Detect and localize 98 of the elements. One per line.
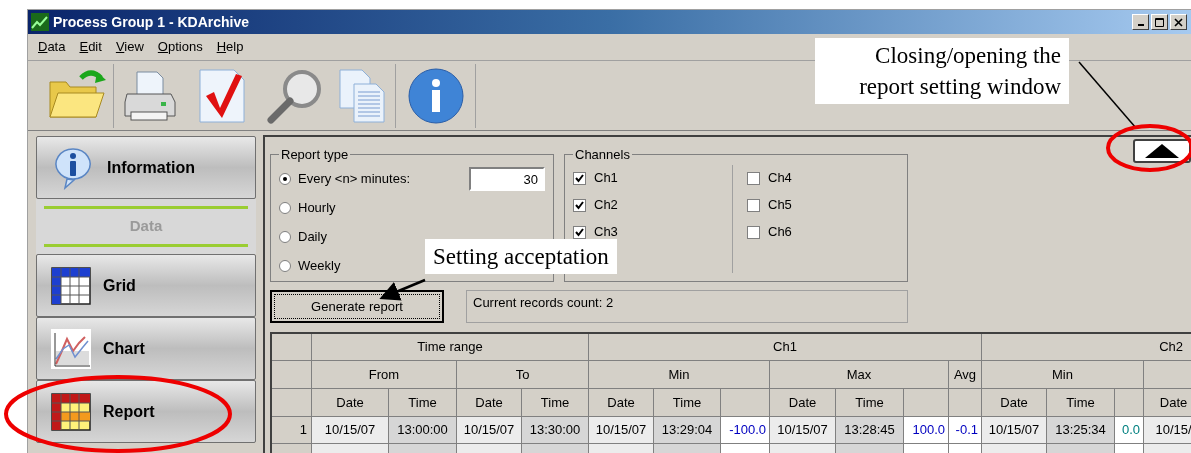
table-cell: 10/15/07 (457, 417, 522, 444)
minutes-field[interactable]: 30 (469, 167, 545, 191)
column-header: Max (770, 361, 949, 389)
checkbox[interactable] (573, 171, 586, 185)
table-cell: 10/15/07 (770, 417, 836, 444)
checkbox[interactable] (573, 198, 586, 212)
column-header (949, 389, 982, 417)
generate-report-button[interactable]: Generate report (270, 290, 444, 323)
table-cell: 0.0 (1115, 417, 1144, 444)
checkbox-label: Ch6 (768, 223, 792, 242)
table-icon (51, 392, 91, 431)
table-cell: 13:25:34 (1047, 417, 1115, 444)
minimize-icon (1137, 24, 1144, 26)
checkbox[interactable] (747, 225, 760, 239)
checkbox[interactable] (573, 225, 586, 239)
checkbox-label: Ch1 (594, 169, 618, 188)
table-cell: 10/15/ (1144, 417, 1191, 444)
column-header: Date (312, 389, 389, 417)
collapse-button[interactable] (1133, 139, 1191, 163)
column-header: Ch1 (589, 334, 982, 361)
row-number: 1 (272, 417, 312, 444)
column-header (904, 389, 949, 417)
nav-button[interactable]: Report (36, 380, 256, 443)
column-header: Time (389, 389, 457, 417)
radio-label: Daily (298, 228, 327, 247)
checkbox-label: Ch4 (768, 169, 792, 188)
table-cell: -0.1 (949, 417, 982, 444)
column-header: Date (589, 389, 654, 417)
nav-button[interactable]: Grid (36, 254, 256, 317)
nav-button[interactable]: Chart (36, 317, 256, 380)
column-header (272, 361, 312, 389)
table-cell: -100.0 (721, 417, 770, 444)
column-header: Date (770, 389, 836, 417)
maximize-button[interactable] (1151, 14, 1168, 30)
checkbox-label: Ch2 (594, 196, 618, 215)
close-icon (1174, 17, 1183, 27)
menu-item[interactable]: Help (216, 37, 244, 57)
checkbox[interactable] (747, 171, 760, 185)
table-cell: 13:30:00 (522, 417, 589, 444)
column-header: Time (1047, 389, 1115, 417)
column-header: Date (457, 389, 522, 417)
nav-button[interactable]: Information (36, 136, 256, 199)
radio-button[interactable] (279, 173, 291, 185)
check-icon (575, 200, 584, 210)
check-icon (575, 227, 584, 237)
info-icon (406, 66, 465, 125)
checkmark-document-icon (198, 67, 246, 124)
column-header (721, 389, 770, 417)
triangle-up-icon (1145, 144, 1179, 158)
window-title: Process Group 1 - KDArchive (53, 12, 250, 32)
radio-label: Hourly (298, 199, 336, 218)
documents-icon (337, 67, 388, 124)
checkbox-label: Ch3 (594, 223, 618, 242)
column-header (272, 389, 312, 417)
column-header: Min (589, 361, 770, 389)
table-cell: 10/15/07 (312, 417, 389, 444)
column-header: Time (522, 389, 589, 417)
app-icon (31, 13, 49, 31)
column-header: Min (982, 361, 1144, 389)
radio-button[interactable] (279, 231, 291, 243)
radio-label: Every <n> minutes: (298, 170, 410, 189)
table-cell: 13:28:45 (836, 417, 904, 444)
records-count-field: Current records count: 2 (466, 290, 908, 323)
menu-item[interactable]: View (115, 37, 144, 57)
menu-item[interactable]: Options (157, 37, 203, 57)
checkbox[interactable] (747, 198, 760, 212)
check-icon (575, 173, 584, 183)
column-header (272, 334, 312, 361)
menu-item[interactable]: Data (38, 37, 66, 57)
radio-button[interactable] (279, 260, 291, 272)
table-cell: 10/15/07 (982, 417, 1047, 444)
radio-label: Weekly (298, 257, 341, 276)
table-cell: 10/15/07 (589, 417, 654, 444)
column-header: From (312, 361, 457, 389)
group-title: Report type (280, 146, 350, 164)
menu-item[interactable]: Edit (79, 37, 102, 57)
leader-line (1078, 61, 1137, 129)
line-chart-icon (51, 328, 91, 369)
section-label: Data (128, 216, 164, 237)
column-header: To (457, 361, 589, 389)
column-header: Time (654, 389, 721, 417)
minimize-button[interactable] (1132, 14, 1149, 30)
grid-icon (51, 266, 91, 305)
close-button[interactable] (1170, 14, 1187, 30)
column-header: Time (836, 389, 904, 417)
column-header: Date (982, 389, 1047, 417)
callout-text: Closing/opening the report setting window (815, 38, 1069, 104)
maximize-icon (1155, 17, 1164, 27)
group-title: Channels (574, 146, 631, 164)
radio-button[interactable] (279, 202, 291, 214)
table-cell: 13:29:04 (654, 417, 721, 444)
checkbox-label: Ch5 (768, 196, 792, 215)
table-cell: 100.0 (904, 417, 949, 444)
table-cell: 13:00:00 (389, 417, 457, 444)
column-header: Time range (312, 334, 589, 361)
column-header: Avg (949, 361, 982, 389)
callout-text: Setting acceptation (425, 239, 617, 274)
arrow (379, 278, 426, 301)
